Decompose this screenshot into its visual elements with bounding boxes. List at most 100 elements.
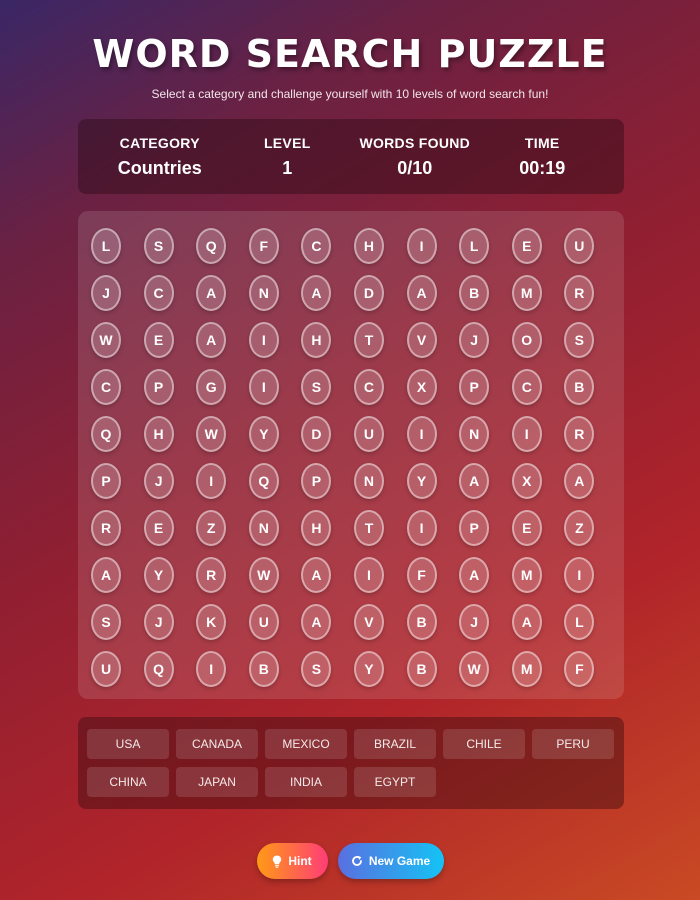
grid-cell[interactable]: C — [301, 228, 332, 264]
grid-cell[interactable]: I — [406, 510, 437, 546]
grid-cell[interactable]: H — [143, 416, 174, 452]
grid-cell[interactable]: B — [406, 604, 437, 640]
grid-cell[interactable]: K — [196, 604, 227, 640]
grid-cell[interactable]: A — [196, 275, 227, 311]
grid-cell[interactable]: P — [459, 369, 490, 405]
grid-cell[interactable]: I — [248, 369, 279, 405]
grid-cell[interactable]: B — [459, 275, 490, 311]
grid-cell[interactable]: X — [406, 369, 437, 405]
grid-cell[interactable]: W — [196, 416, 227, 452]
grid-cell[interactable]: U — [91, 651, 121, 687]
grid-cell[interactable]: Z — [196, 510, 227, 546]
grid-cell[interactable]: Q — [248, 463, 279, 499]
grid-cell[interactable]: P — [91, 463, 121, 499]
grid-cell[interactable]: S — [91, 604, 121, 640]
grid-cell[interactable]: Z — [564, 510, 595, 546]
grid-cell[interactable]: R — [91, 510, 121, 546]
grid-cell[interactable]: B — [406, 651, 437, 687]
grid-cell[interactable]: P — [143, 369, 174, 405]
grid-cell[interactable]: P — [301, 463, 332, 499]
grid-cell[interactable]: N — [248, 275, 279, 311]
grid-cell[interactable]: Q — [143, 651, 174, 687]
grid-cell[interactable]: S — [143, 228, 174, 264]
grid-cell[interactable]: E — [511, 228, 542, 264]
grid-cell[interactable]: Y — [406, 463, 437, 499]
grid-cell[interactable]: A — [91, 557, 121, 593]
grid-cell[interactable]: L — [564, 604, 595, 640]
grid-cell[interactable]: I — [406, 228, 437, 264]
grid-cell[interactable]: Q — [91, 416, 121, 452]
grid-cell[interactable]: C — [143, 275, 174, 311]
grid-cell[interactable]: J — [91, 275, 121, 311]
grid-cell[interactable]: W — [459, 651, 490, 687]
grid-cell[interactable]: J — [143, 463, 174, 499]
grid-cell[interactable]: W — [91, 322, 121, 358]
grid-cell[interactable]: Y — [353, 651, 384, 687]
grid-cell[interactable]: I — [196, 463, 227, 499]
grid-cell[interactable]: E — [511, 510, 542, 546]
grid-cell[interactable]: L — [459, 228, 490, 264]
grid-cell[interactable]: D — [353, 275, 384, 311]
new-game-button[interactable]: New Game — [337, 843, 444, 879]
grid-cell[interactable]: A — [406, 275, 437, 311]
grid-cell[interactable]: F — [248, 228, 279, 264]
grid-cell[interactable]: N — [459, 416, 490, 452]
grid-cell[interactable]: U — [564, 228, 595, 264]
grid-cell[interactable]: C — [511, 369, 542, 405]
grid-cell[interactable]: U — [248, 604, 279, 640]
grid-cell[interactable]: I — [406, 416, 437, 452]
grid-cell[interactable]: A — [196, 322, 227, 358]
grid-cell[interactable]: M — [511, 651, 542, 687]
grid-cell[interactable]: R — [564, 416, 595, 452]
grid-cell[interactable]: I — [248, 322, 279, 358]
hint-button[interactable]: Hint — [256, 843, 328, 879]
grid-cell[interactable]: J — [459, 604, 490, 640]
grid-cell[interactable]: R — [564, 275, 595, 311]
grid-cell[interactable]: M — [511, 275, 542, 311]
grid-cell[interactable]: A — [459, 463, 490, 499]
grid-cell[interactable]: A — [511, 604, 542, 640]
grid-cell[interactable]: A — [459, 557, 490, 593]
grid-cell[interactable]: H — [301, 322, 332, 358]
grid-cell[interactable]: F — [406, 557, 437, 593]
grid-cell[interactable]: M — [511, 557, 542, 593]
grid-cell[interactable]: S — [301, 369, 332, 405]
grid-cell[interactable]: A — [301, 557, 332, 593]
grid-cell[interactable]: V — [406, 322, 437, 358]
grid-cell[interactable]: H — [353, 228, 384, 264]
grid-cell[interactable]: S — [564, 322, 595, 358]
grid-cell[interactable]: R — [196, 557, 227, 593]
grid-cell[interactable]: T — [353, 510, 384, 546]
grid-cell[interactable]: O — [511, 322, 542, 358]
grid-cell[interactable]: I — [511, 416, 542, 452]
grid-cell[interactable]: B — [248, 651, 279, 687]
grid-cell[interactable]: X — [511, 463, 542, 499]
grid-cell[interactable]: D — [301, 416, 332, 452]
grid-cell[interactable]: J — [459, 322, 490, 358]
grid-cell[interactable]: N — [248, 510, 279, 546]
grid-cell[interactable]: F — [564, 651, 595, 687]
grid-cell[interactable]: T — [353, 322, 384, 358]
grid-cell[interactable]: S — [301, 651, 332, 687]
grid-cell[interactable]: I — [564, 557, 595, 593]
grid-cell[interactable]: Q — [196, 228, 227, 264]
grid-cell[interactable]: U — [353, 416, 384, 452]
grid-cell[interactable]: C — [353, 369, 384, 405]
grid-cell[interactable]: E — [143, 510, 174, 546]
grid-cell[interactable]: A — [301, 275, 332, 311]
grid-cell[interactable]: C — [91, 369, 121, 405]
grid-cell[interactable]: A — [564, 463, 595, 499]
grid-cell[interactable]: I — [353, 557, 384, 593]
grid-cell[interactable]: E — [143, 322, 174, 358]
grid-cell[interactable]: Y — [248, 416, 279, 452]
grid-cell[interactable]: A — [301, 604, 332, 640]
grid-cell[interactable]: H — [301, 510, 332, 546]
grid-cell[interactable]: P — [459, 510, 490, 546]
grid-cell[interactable]: G — [196, 369, 227, 405]
grid-cell[interactable]: Y — [143, 557, 174, 593]
grid-cell[interactable]: N — [353, 463, 384, 499]
grid-cell[interactable]: J — [143, 604, 174, 640]
grid-cell[interactable]: W — [248, 557, 279, 593]
grid-cell[interactable]: V — [353, 604, 384, 640]
grid-cell[interactable]: B — [564, 369, 595, 405]
